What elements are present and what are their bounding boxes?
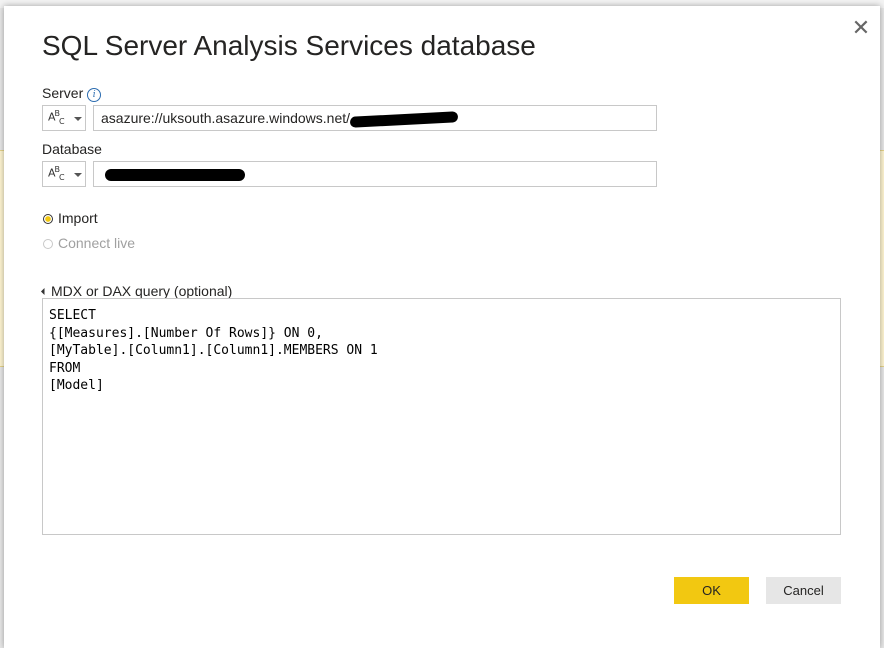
redaction-mark [349,110,459,128]
server-type-dropdown[interactable]: ABC [42,105,86,131]
server-value: asazure://uksouth.asazure.windows.net/ [101,110,351,126]
redaction-mark [105,169,245,182]
radio-import[interactable]: Import [43,210,98,226]
radio-connect-live[interactable]: Connect live [43,235,135,251]
chevron-down-icon [74,173,82,177]
database-type-dropdown[interactable]: ABC [42,161,86,187]
query-line: SELECT [49,308,96,323]
server-input[interactable]: asazure://uksouth.asazure.windows.net/ [93,105,657,131]
collapse-triangle-icon [40,287,49,296]
chevron-down-icon [74,117,82,121]
query-textarea[interactable]: SELECT {[Measures].[Number Of Rows]} ON … [42,298,841,535]
text-type-icon: ABC [48,165,65,182]
dialog-title: SQL Server Analysis Services database [42,30,536,61]
close-icon[interactable]: ✕ [849,16,873,40]
database-input[interactable] [93,161,657,187]
query-line: FROM [49,360,81,376]
query-line: [Model] [49,378,104,393]
ok-button[interactable]: OK [674,577,749,604]
radio-selected-icon [43,214,53,224]
query-line: [MyTable].[Column1].[Column1].MEMBERS ON… [49,343,378,358]
ssas-connection-dialog: ✕ SQL Server Analysis Services database … [4,6,880,648]
text-type-icon: ABC [48,109,65,126]
server-label: Server [42,85,84,101]
query-section-toggle[interactable]: MDX or DAX query (optional) [40,283,233,299]
radio-unselected-icon [43,239,53,249]
radio-connect-live-label: Connect live [58,235,136,251]
query-section-label: MDX or DAX query (optional) [51,283,233,299]
query-line: {[Measures].[Number Of Rows]} ON 0, [49,325,323,341]
info-icon[interactable]: i [87,88,102,102]
database-label: Database [42,141,102,157]
radio-import-label: Import [58,210,98,226]
server-label-row: Server i [42,85,102,102]
cancel-button[interactable]: Cancel [766,577,841,604]
